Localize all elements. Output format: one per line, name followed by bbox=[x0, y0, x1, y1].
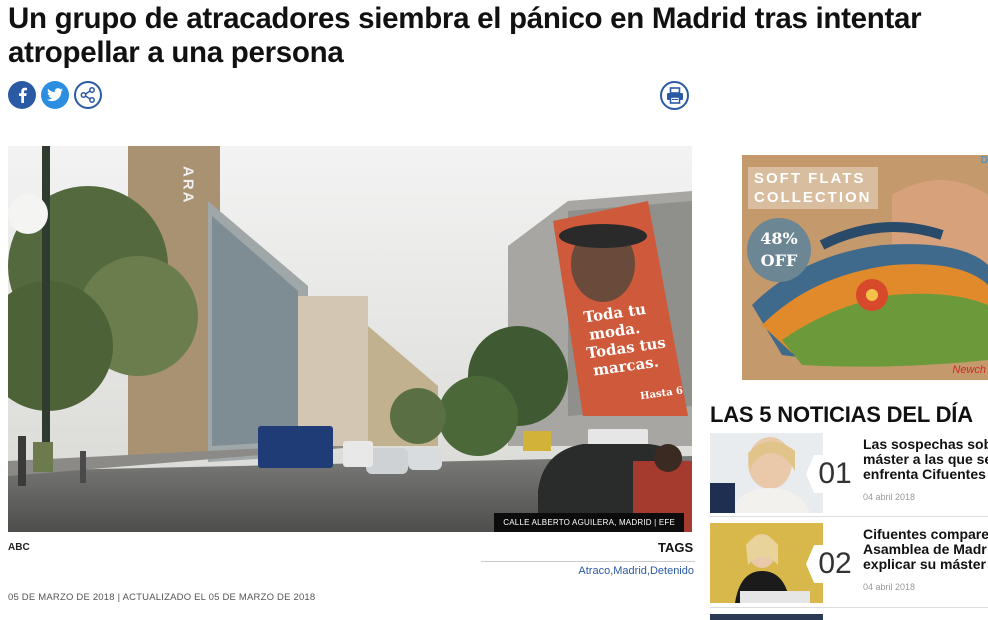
news-divider bbox=[710, 516, 988, 517]
building-sign: ARA bbox=[180, 166, 197, 205]
ad-discount-value: 48% bbox=[760, 229, 798, 248]
share-button[interactable] bbox=[74, 81, 102, 109]
news-title-line: máster a las que se bbox=[863, 451, 988, 467]
news-date: 04 abril 2018 bbox=[863, 582, 916, 592]
tag-link-atraco[interactable]: Atraco bbox=[578, 565, 610, 577]
ad-brand: Newch bbox=[952, 364, 986, 376]
tags-list: Atraco, Madrid, Detenido bbox=[578, 565, 694, 577]
news-thumbnail[interactable] bbox=[710, 523, 823, 603]
ad-choices-icon[interactable]: D bbox=[981, 155, 988, 166]
ad-title-line-1: SOFT FLATS bbox=[754, 170, 866, 187]
news-title-line: Las sospechas sobr bbox=[863, 437, 988, 452]
tag-link-madrid[interactable]: Madrid bbox=[613, 565, 647, 577]
news-rank: 01 bbox=[806, 455, 864, 493]
news-thumbnail[interactable] bbox=[710, 433, 823, 513]
ad-title-line-2: COLLECTION bbox=[754, 189, 872, 206]
top-news-item[interactable]: 02 Cifuentes compare Asamblea de Madr ex… bbox=[710, 523, 988, 605]
tag-link-detenido[interactable]: Detenido bbox=[650, 565, 694, 577]
article-headline: Un grupo de atracadores siembra el pánic… bbox=[8, 2, 922, 69]
top-news-title: LAS 5 NOTICIAS DEL DÍA bbox=[710, 402, 973, 427]
news-title-line: explicar su máster bbox=[863, 556, 986, 572]
ad-discount-label: OFF bbox=[760, 251, 798, 270]
ad-discount-badge: 48% OFF bbox=[747, 218, 811, 282]
news-title[interactable]: Las sospechas sobr máster a las que se e… bbox=[863, 437, 988, 482]
article-dateline: 05 DE MARZO DE 2018 | ACTUALIZADO EL 05 … bbox=[8, 592, 316, 603]
news-title[interactable]: Cifuentes compare Asamblea de Madr expli… bbox=[863, 527, 988, 572]
share-icon bbox=[80, 87, 95, 103]
facebook-share-button[interactable] bbox=[8, 81, 36, 109]
photo-caption: CALLE ALBERTO AGUILERA, MADRID | EFE bbox=[494, 513, 684, 532]
share-buttons bbox=[8, 81, 102, 109]
news-date: 04 abril 2018 bbox=[863, 492, 916, 502]
tags-divider bbox=[481, 561, 695, 562]
ad-title: SOFT FLATS COLLECTION bbox=[748, 167, 878, 209]
news-divider bbox=[710, 607, 988, 608]
news-title-line: enfrenta Cifuentes bbox=[863, 466, 986, 482]
twitter-share-button[interactable] bbox=[41, 81, 69, 109]
tags-title: TAGS bbox=[658, 540, 694, 555]
news-rank: 02 bbox=[806, 545, 864, 583]
article-photo: Toda tu moda. Todas tus marcas. Hasta 6 … bbox=[8, 146, 692, 532]
news-thumbnail-partial bbox=[710, 614, 823, 620]
article-source: ABC bbox=[8, 542, 30, 553]
news-title-line: Cifuentes compare bbox=[863, 527, 988, 542]
top-news-item[interactable]: 01 Las sospechas sobr máster a las que s… bbox=[710, 433, 988, 515]
advertisement[interactable]: SOFT FLATS COLLECTION 48% OFF Newch D bbox=[742, 155, 988, 380]
news-title-line: Asamblea de Madr bbox=[863, 541, 987, 557]
print-icon bbox=[666, 87, 683, 104]
twitter-icon bbox=[47, 88, 63, 102]
print-button[interactable] bbox=[660, 81, 689, 110]
facebook-icon bbox=[19, 87, 27, 103]
